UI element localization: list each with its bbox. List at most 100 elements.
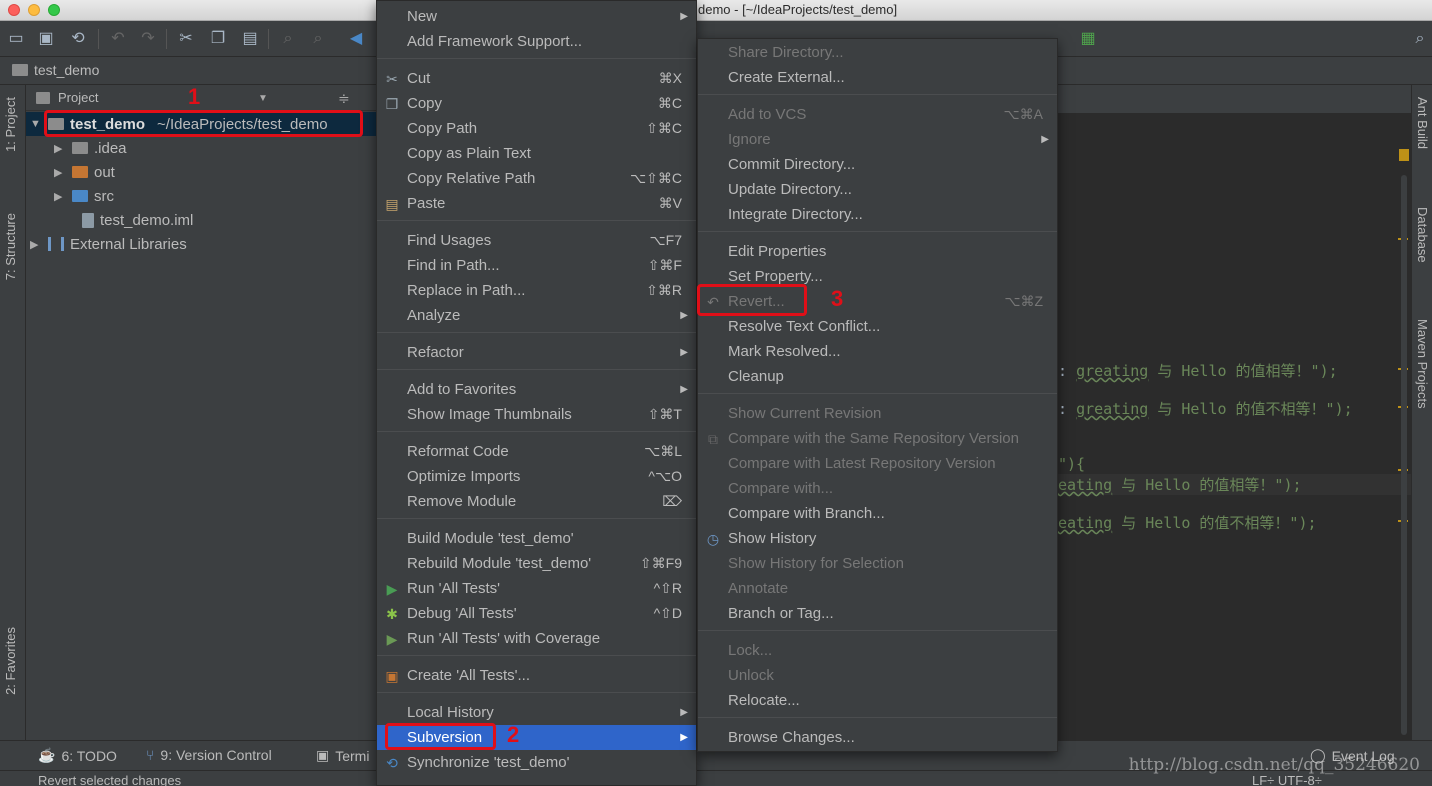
menu-item-run-all-tests[interactable]: ▶ Run 'All Tests' ^⇧R: [377, 576, 696, 601]
tree-item-external-libraries[interactable]: ▶ External Libraries: [30, 232, 187, 256]
menu-item-mark-resolved[interactable]: Mark Resolved...: [698, 339, 1057, 364]
ant-build-tool-tab[interactable]: Ant Build: [1415, 97, 1430, 149]
collapse-all-icon[interactable]: ≑: [338, 90, 350, 107]
search-everywhere-icon[interactable]: ⌕: [1410, 29, 1430, 49]
save-icon[interactable]: ▣: [36, 29, 56, 49]
menu-item-cut[interactable]: ✂ Cut ⌘X: [377, 66, 696, 91]
menu-item-add-to-favorites[interactable]: Add to Favorites ▶: [377, 377, 696, 402]
debug-icon: ✱: [386, 606, 398, 622]
menu-item-browse-changes[interactable]: Browse Changes...: [698, 725, 1057, 750]
maven-tool-tab[interactable]: Maven Projects: [1415, 319, 1430, 409]
menu-item-find-in-path[interactable]: Find in Path... ⇧⌘F: [377, 253, 696, 278]
terminal-tool-button[interactable]: ▣ Termi: [316, 747, 369, 764]
menu-item-compare-with-branch[interactable]: Compare with Branch...: [698, 501, 1057, 526]
zoom-window-button[interactable]: [48, 4, 60, 16]
project-view-selector[interactable]: Project: [58, 90, 98, 105]
project-tool-tab[interactable]: 1: Project: [3, 97, 18, 152]
menu-item-copy[interactable]: ❐ Copy ⌘C: [377, 91, 696, 116]
tree-item-out[interactable]: ▶ out: [54, 160, 115, 184]
replace-icon[interactable]: ⌕: [308, 29, 328, 49]
menu-item-create-tests[interactable]: ▣ Create 'All Tests'...: [377, 663, 696, 688]
expand-arrow-icon[interactable]: ▼: [30, 118, 42, 130]
menu-item-copy-relative-path[interactable]: Copy Relative Path ⌥⇧⌘C: [377, 166, 696, 191]
menu-item-debug-all-tests[interactable]: ✱ Debug 'All Tests' ^⇧D: [377, 601, 696, 626]
menu-item-resolve-text-conflict[interactable]: Resolve Text Conflict...: [698, 314, 1057, 339]
menu-item-share-directory[interactable]: Share Directory...: [698, 40, 1057, 65]
tree-item-src[interactable]: ▶ src: [54, 184, 114, 208]
structure-tool-tab[interactable]: 7: Structure: [3, 213, 18, 280]
menu-item-annotate[interactable]: Annotate: [698, 576, 1057, 601]
tree-item-iml[interactable]: test_demo.iml: [82, 208, 193, 232]
tree-item-idea[interactable]: ▶ .idea: [54, 136, 127, 160]
menu-item-unlock[interactable]: Unlock: [698, 663, 1057, 688]
paste-icon[interactable]: ▤: [240, 29, 260, 49]
editor-scrollbar[interactable]: [1401, 175, 1407, 735]
menu-item-copy-path[interactable]: Copy Path ⇧⌘C: [377, 116, 696, 141]
database-tool-tab[interactable]: Database: [1415, 207, 1430, 263]
redo-icon[interactable]: ↷: [138, 29, 158, 49]
right-tool-strip: Ant Build Database Maven Projects: [1411, 85, 1432, 740]
menu-item-branch-or-tag[interactable]: Branch or Tag...: [698, 601, 1057, 626]
menu-item-compare-with[interactable]: Compare with...: [698, 476, 1057, 501]
menu-item-copy-plain-text[interactable]: Copy as Plain Text: [377, 141, 696, 166]
favorites-tool-tab[interactable]: 2: Favorites: [3, 627, 18, 695]
terminal-icon: ▣: [316, 747, 330, 763]
menu-item-show-thumbnails[interactable]: Show Image Thumbnails ⇧⌘T: [377, 402, 696, 427]
collapsed-arrow-icon[interactable]: ▶: [30, 238, 42, 251]
menu-item-find-usages[interactable]: Find Usages ⌥F7: [377, 228, 696, 253]
menu-item-update-directory[interactable]: Update Directory...: [698, 177, 1057, 202]
menu-item-analyze[interactable]: Analyze ▶: [377, 303, 696, 328]
find-icon[interactable]: ⌕: [278, 29, 298, 49]
menu-item-compare-same-version[interactable]: ⧉ Compare with the Same Repository Versio…: [698, 426, 1057, 451]
menu-item-integrate-directory[interactable]: Integrate Directory...: [698, 202, 1057, 227]
menu-item-synchronize[interactable]: ⟲ Synchronize 'test_demo': [377, 750, 696, 775]
menu-item-relocate[interactable]: Relocate...: [698, 688, 1057, 713]
menu-item-build-module[interactable]: Build Module 'test_demo': [377, 526, 696, 551]
menu-item-lock[interactable]: Lock...: [698, 638, 1057, 663]
annotation-box-1: [44, 110, 363, 137]
breadcrumb[interactable]: test_demo: [12, 62, 99, 78]
menu-item-commit-directory[interactable]: Commit Directory...: [698, 152, 1057, 177]
menu-item-show-history-selection[interactable]: Show History for Selection: [698, 551, 1057, 576]
close-window-button[interactable]: [8, 4, 20, 16]
back-icon[interactable]: ◀: [346, 29, 366, 49]
project-view-icon: [36, 91, 50, 104]
collapsed-arrow-icon[interactable]: ▶: [54, 142, 66, 155]
undo-icon[interactable]: ↶: [108, 29, 128, 49]
menu-item-edit-properties[interactable]: Edit Properties: [698, 239, 1057, 264]
menu-item-remove-module[interactable]: Remove Module ⌦: [377, 489, 696, 514]
menu-item-run-with-coverage[interactable]: ▶ Run 'All Tests' with Coverage: [377, 626, 696, 651]
open-folder-icon[interactable]: ▭: [6, 29, 26, 49]
menu-item-cleanup[interactable]: Cleanup: [698, 364, 1057, 389]
menu-item-refactor[interactable]: Refactor ▶: [377, 340, 696, 365]
menu-item-local-history[interactable]: Local History ▶: [377, 700, 696, 725]
submenu-arrow-icon: ▶: [680, 310, 688, 321]
menu-item-show-current-revision[interactable]: Show Current Revision: [698, 401, 1057, 426]
minimize-window-button[interactable]: [28, 4, 40, 16]
menu-item-add-to-vcs[interactable]: Add to VCS ⌥⌘A: [698, 102, 1057, 127]
menu-item-show-history[interactable]: ◷ Show History: [698, 526, 1057, 551]
menu-item-create-external[interactable]: Create External...: [698, 65, 1057, 90]
sync-icon[interactable]: ⟲: [68, 29, 88, 49]
warning-indicator-icon[interactable]: [1399, 149, 1409, 161]
menu-item-paste[interactable]: ▤ Paste ⌘V: [377, 191, 696, 216]
menu-item-compare-latest-version[interactable]: Compare with Latest Repository Version: [698, 451, 1057, 476]
collapsed-arrow-icon[interactable]: ▶: [54, 190, 66, 203]
todo-tool-button[interactable]: ☕ 6: TODO: [38, 747, 117, 764]
menu-item-add-framework[interactable]: Add Framework Support...: [377, 29, 696, 54]
menu-item-reformat-code[interactable]: Reformat Code ⌥⌘L: [377, 439, 696, 464]
history-icon: ◷: [706, 531, 720, 547]
menu-item-rebuild-module[interactable]: Rebuild Module 'test_demo' ⇧⌘F9: [377, 551, 696, 576]
version-control-tool-button[interactable]: ⑂ 9: Version Control: [146, 747, 272, 763]
watermark: http://blog.csdn.net/qq_35246620: [1128, 755, 1420, 775]
menu-item-new[interactable]: New ▶: [377, 4, 696, 29]
collapsed-arrow-icon[interactable]: ▶: [54, 166, 66, 179]
tool-icon[interactable]: ▦: [1078, 29, 1098, 49]
menu-item-replace-in-path[interactable]: Replace in Path... ⇧⌘R: [377, 278, 696, 303]
menu-item-ignore[interactable]: Ignore ▶: [698, 127, 1057, 152]
todo-icon: ☕: [38, 747, 56, 763]
chevron-down-icon[interactable]: ▼: [258, 93, 268, 104]
cut-icon[interactable]: ✂: [176, 29, 196, 49]
menu-item-optimize-imports[interactable]: Optimize Imports ^⌥O: [377, 464, 696, 489]
copy-icon[interactable]: ❐: [208, 29, 228, 49]
